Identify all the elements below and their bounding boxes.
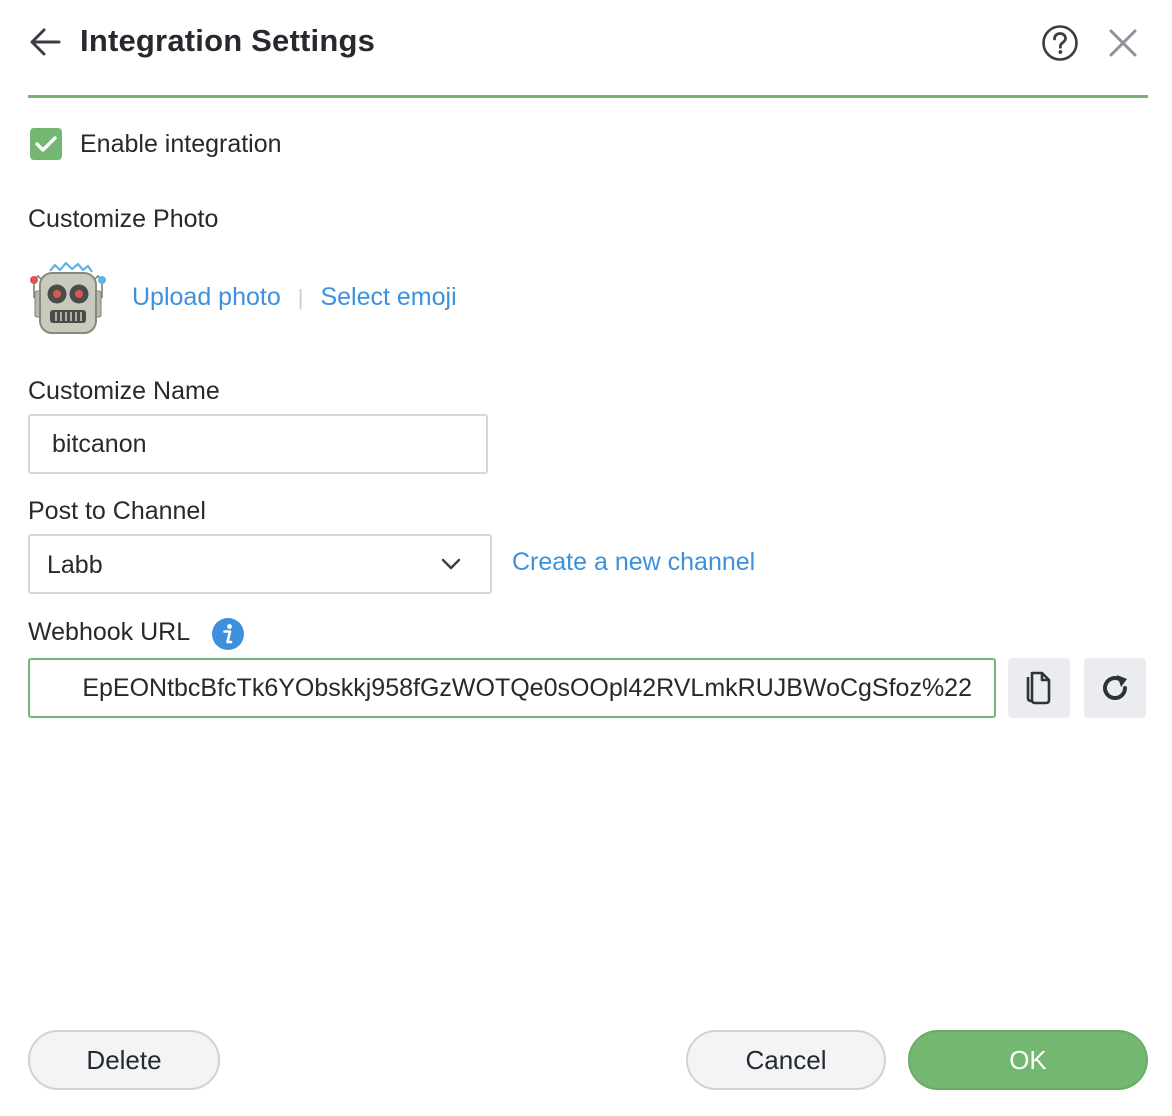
- cancel-button[interactable]: Cancel: [686, 1030, 886, 1090]
- info-icon[interactable]: [212, 618, 244, 650]
- customize-photo-label: Customize Photo: [28, 205, 219, 233]
- robot-face-icon: [28, 258, 108, 338]
- arrow-left-icon: [30, 28, 61, 56]
- dialog-header: Integration Settings: [28, 0, 1148, 98]
- enable-integration-label: Enable integration: [80, 129, 282, 158]
- refresh-icon: [1103, 675, 1127, 700]
- link-separator: |: [297, 284, 304, 310]
- post-to-channel-label: Post to Channel: [28, 497, 206, 525]
- create-channel-link[interactable]: Create a new channel: [512, 548, 755, 577]
- upload-photo-link[interactable]: Upload photo: [132, 283, 281, 312]
- back-button[interactable]: [28, 24, 62, 60]
- copy-icon: [1026, 671, 1051, 705]
- webhook-url-input[interactable]: EpEONtbcBfcTk6YObskkj958fGzWOTQe0sOOpl42…: [28, 658, 996, 718]
- customize-name-label: Customize Name: [28, 377, 220, 405]
- chevron-down-icon: [441, 558, 461, 570]
- copy-url-button[interactable]: [1008, 658, 1070, 718]
- regenerate-url-button[interactable]: [1084, 658, 1146, 718]
- webhook-url-label: Webhook URL: [28, 618, 191, 646]
- ok-button[interactable]: OK: [908, 1030, 1148, 1090]
- close-button[interactable]: [1106, 26, 1140, 60]
- help-button[interactable]: [1041, 24, 1079, 62]
- checkmark-icon: [35, 136, 57, 152]
- select-emoji-link[interactable]: Select emoji: [320, 283, 456, 312]
- dialog-title: Integration Settings: [80, 23, 376, 58]
- question-circle-icon: [1042, 25, 1078, 61]
- customize-name-input[interactable]: bitcanon: [28, 414, 488, 474]
- channel-select-value: Labb: [47, 551, 103, 579]
- channel-select[interactable]: Labb: [28, 534, 492, 594]
- delete-button[interactable]: Delete: [28, 1030, 220, 1090]
- photo-actions: Upload photo | Select emoji: [132, 283, 457, 312]
- close-icon: [1109, 29, 1137, 57]
- enable-integration-checkbox[interactable]: [30, 128, 62, 160]
- webhook-url-value: EpEONtbcBfcTk6YObskkj958fGzWOTQe0sOOpl42…: [82, 674, 972, 702]
- enable-integration-row: Enable integration: [30, 128, 282, 160]
